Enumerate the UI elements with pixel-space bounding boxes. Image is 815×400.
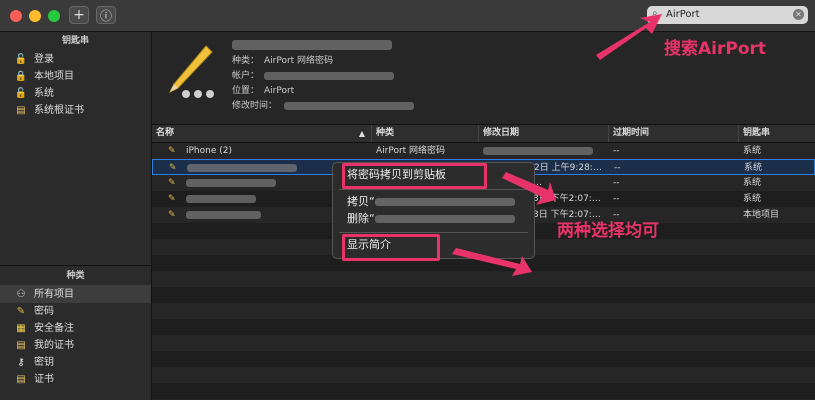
annotation-search-text: 搜索AirPort [664,39,767,59]
arrow-to-search [596,14,662,60]
annotation-arrows [452,14,662,276]
arrow-to-get-info [452,248,532,276]
arrow-to-copy-password [502,172,556,205]
annotation-either-text: 两种选择均可 [557,221,659,241]
